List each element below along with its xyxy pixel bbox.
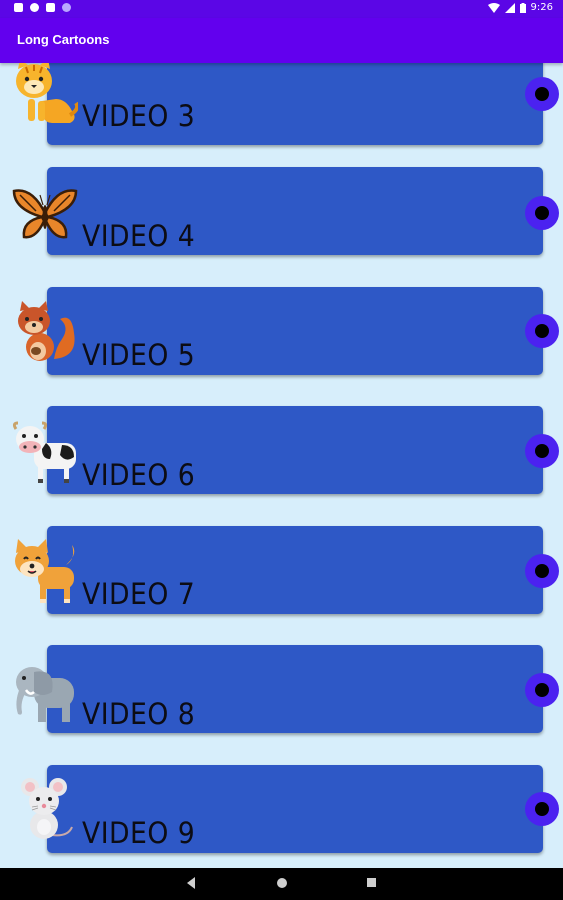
video-label: VIDEO 3	[82, 99, 196, 133]
recents-icon[interactable]	[366, 877, 377, 888]
video-label: VIDEO 4	[82, 219, 196, 253]
notification-dot-icon	[62, 3, 71, 12]
select-radio[interactable]	[525, 792, 559, 826]
select-radio[interactable]	[525, 673, 559, 707]
notification-icons	[14, 3, 71, 12]
video-label: VIDEO 7	[82, 577, 196, 611]
elephant-icon	[16, 667, 74, 722]
app-bar: Long Cartoons	[0, 18, 563, 63]
back-icon[interactable]	[186, 877, 196, 889]
video-list[interactable]: VIDEO 3 VIDEO 4 VIDEO 5 VIDEO 6 VIDEO 7 …	[0, 63, 563, 868]
clock: 9:26	[530, 2, 553, 13]
sd-card-icon	[46, 3, 55, 12]
video-label: VIDEO 8	[82, 697, 196, 731]
select-radio[interactable]	[525, 314, 559, 348]
select-radio[interactable]	[525, 196, 559, 230]
squirrel-icon	[18, 301, 75, 361]
wifi-icon	[487, 2, 500, 13]
mouse-icon	[21, 778, 73, 839]
sim-icon	[14, 3, 23, 12]
select-radio[interactable]	[525, 554, 559, 588]
signal-icon	[504, 2, 515, 13]
select-radio[interactable]	[525, 77, 559, 111]
video-label: VIDEO 9	[82, 816, 196, 850]
cow-icon	[12, 421, 76, 483]
dog-icon	[15, 539, 75, 603]
tiger-icon	[16, 63, 78, 123]
select-radio[interactable]	[525, 434, 559, 468]
video-label: VIDEO 5	[82, 338, 196, 372]
status-bar: 9:26	[0, 0, 563, 18]
settings-icon	[30, 3, 39, 12]
home-icon[interactable]	[276, 877, 288, 889]
system-icons: 9:26	[487, 2, 553, 13]
battery-icon	[519, 2, 526, 13]
butterfly-icon	[12, 189, 78, 239]
app-title: Long Cartoons	[17, 32, 110, 47]
video-label: VIDEO 6	[82, 458, 196, 492]
navigation-bar	[0, 868, 563, 900]
